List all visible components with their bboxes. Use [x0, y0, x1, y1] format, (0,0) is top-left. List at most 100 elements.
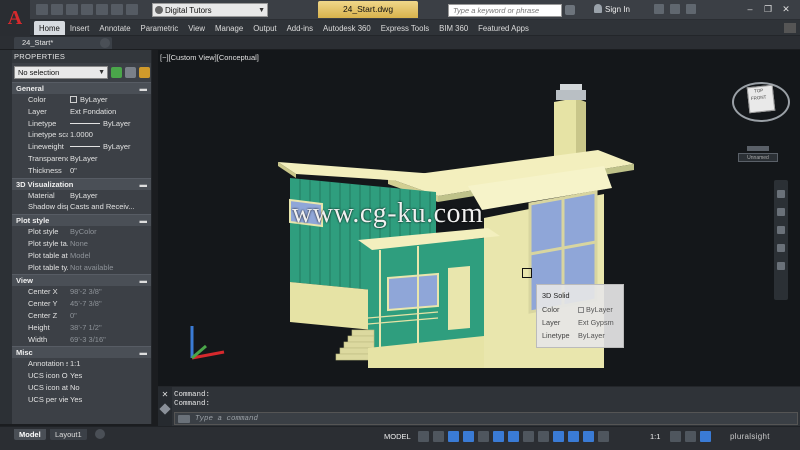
property-value-cell[interactable]: 1.0000: [68, 129, 151, 141]
property-row[interactable]: Shadow disp...Casts and Receiv...: [12, 201, 151, 213]
ribbon-tab-insert[interactable]: Insert: [65, 21, 95, 35]
collapse-icon[interactable]: ▬: [140, 83, 148, 95]
property-value-cell[interactable]: 45'-7 3/8": [68, 298, 151, 310]
a360-icon[interactable]: [670, 4, 680, 14]
ribbon-tab-annotate[interactable]: Annotate: [94, 21, 135, 35]
polar-icon[interactable]: [463, 431, 474, 442]
property-value-cell[interactable]: Yes: [68, 370, 151, 382]
ribbon-tab-home[interactable]: Home: [34, 21, 65, 35]
grid-icon[interactable]: [418, 431, 429, 442]
annotation-scale-icon[interactable]: [598, 431, 609, 442]
zoom-icon[interactable]: [777, 226, 785, 234]
ribbon-tab-output[interactable]: Output: [248, 21, 281, 35]
viewport-controls-label[interactable]: [−][Custom View][Conceptual]: [160, 53, 259, 62]
property-row[interactable]: Linetype ByLayer: [12, 118, 151, 130]
ribbon-tab-autodesk-360[interactable]: Autodesk 360: [318, 21, 376, 35]
property-value-cell[interactable]: None: [68, 238, 151, 250]
plot-icon[interactable]: [96, 4, 108, 15]
property-row[interactable]: Plot style ta...None: [12, 238, 151, 250]
palette-title-strip[interactable]: [0, 50, 12, 424]
viewcube[interactable]: FRONT TOP: [730, 72, 792, 134]
selection-dropdown[interactable]: No selection ▼: [14, 66, 108, 79]
property-value-cell[interactable]: Yes: [68, 394, 151, 406]
workspace-switch-icon[interactable]: [670, 431, 681, 442]
plus-icon[interactable]: [685, 431, 696, 442]
save-icon[interactable]: [66, 4, 78, 15]
snap-icon[interactable]: [433, 431, 444, 442]
minimize-button[interactable]: –: [744, 3, 756, 15]
undo-icon[interactable]: [111, 4, 123, 15]
command-line-handle[interactable]: ✕: [158, 387, 172, 427]
property-row[interactable]: Plot table ty...Not available: [12, 262, 151, 274]
collapse-icon[interactable]: ▬: [140, 275, 148, 287]
collapse-icon[interactable]: ▬: [140, 215, 148, 227]
transparency-icon[interactable]: [538, 431, 549, 442]
lineweight-icon[interactable]: [523, 431, 534, 442]
ribbon-minimize-icon[interactable]: [784, 23, 796, 33]
ribbon-tab-view[interactable]: View: [183, 21, 210, 35]
pickadd-icon[interactable]: [111, 67, 122, 78]
ribbon-tab-parametric[interactable]: Parametric: [136, 21, 184, 35]
property-value-cell[interactable]: ByLayer: [68, 94, 151, 106]
section-header-view[interactable]: View ▬: [12, 274, 151, 287]
ribbon-tab-add-ins[interactable]: Add-ins: [282, 21, 318, 35]
new-file-icon[interactable]: [36, 4, 48, 15]
layout-tab-layout1[interactable]: Layout1: [50, 429, 87, 440]
object-snap-icon[interactable]: [508, 431, 519, 442]
layout-tab-model[interactable]: Model: [14, 429, 46, 440]
property-row[interactable]: UCS icon On Yes: [12, 370, 151, 382]
sign-in-button[interactable]: Sign In: [594, 3, 630, 17]
property-row[interactable]: Color ByLayer: [12, 94, 151, 106]
property-value-cell[interactable]: Not available: [68, 262, 151, 274]
section-header-viz3d[interactable]: 3D Visualization ▬: [12, 177, 151, 190]
close-button[interactable]: ✕: [780, 3, 792, 15]
ribbon-tab-bim-360[interactable]: BIM 360: [434, 21, 473, 35]
orbit-icon[interactable]: [777, 244, 785, 252]
property-value-cell[interactable]: 1:1: [68, 358, 151, 370]
wcs-menu[interactable]: Unnamed: [738, 146, 778, 162]
auto-scale-icon[interactable]: [583, 431, 594, 442]
property-value-cell[interactable]: ByLayer: [68, 153, 151, 165]
pan-icon[interactable]: [777, 208, 785, 216]
property-value-cell[interactable]: 98'-2 3/8": [68, 286, 151, 298]
new-layout-plus-icon[interactable]: [95, 429, 105, 439]
search-input[interactable]: Type a keyword or phrase: [448, 4, 562, 17]
section-header-general[interactable]: General ▬: [12, 82, 151, 94]
property-row[interactable]: Plot table att...Model: [12, 250, 151, 262]
ortho-icon[interactable]: [448, 431, 459, 442]
open-file-icon[interactable]: [51, 4, 63, 15]
section-header-misc[interactable]: Misc ▬: [12, 346, 151, 359]
new-tab-plus-icon[interactable]: [100, 38, 110, 48]
application-menu-button[interactable]: A: [0, 0, 30, 36]
quick-select-icon[interactable]: [139, 67, 150, 78]
property-value-cell[interactable]: ByLayer: [68, 190, 151, 202]
property-value-cell[interactable]: ByLayer: [68, 118, 151, 130]
property-row[interactable]: Thickness 0": [12, 165, 151, 177]
save-as-icon[interactable]: [81, 4, 93, 15]
file-tab-24-start[interactable]: 24_Start* ✕: [14, 37, 112, 49]
property-value-cell[interactable]: ByLayer: [68, 141, 151, 153]
ribbon-tab-express-tools[interactable]: Express Tools: [376, 21, 434, 35]
property-row[interactable]: Center Z 0": [12, 310, 151, 322]
close-icon[interactable]: ✕: [158, 390, 172, 399]
workspace-dropdown[interactable]: Digital Tutors ▼: [152, 3, 268, 17]
ribbon-tab-featured-apps[interactable]: Featured Apps: [473, 21, 534, 35]
restore-button[interactable]: ❐: [762, 3, 774, 15]
model-space-button[interactable]: MODEL: [384, 432, 411, 441]
property-value-cell[interactable]: Ext Fondation: [68, 106, 151, 118]
help-icon[interactable]: [686, 4, 696, 14]
property-row[interactable]: UCS per vie...Yes: [12, 394, 151, 406]
property-row[interactable]: Width 69'-3 3/16": [12, 334, 151, 346]
property-row[interactable]: Center Y 45'-7 3/8": [12, 298, 151, 310]
property-value-cell[interactable]: ByColor: [68, 226, 151, 238]
collapse-icon[interactable]: ▬: [140, 347, 148, 359]
property-value-cell[interactable]: 0": [68, 310, 151, 322]
drawing-viewport[interactable]: [−][Custom View][Conceptual] www.cg-ku.c…: [158, 50, 800, 386]
ribbon-tab-manage[interactable]: Manage: [210, 21, 248, 35]
property-row[interactable]: Height 38'-7 1/2": [12, 322, 151, 334]
selection-cycling-icon[interactable]: [553, 431, 564, 442]
property-row[interactable]: Lineweight ByLayer: [12, 141, 151, 153]
object-snap-tracking-icon[interactable]: [493, 431, 504, 442]
annotation-visibility-icon[interactable]: [568, 431, 579, 442]
property-value-cell[interactable]: No: [68, 382, 151, 394]
